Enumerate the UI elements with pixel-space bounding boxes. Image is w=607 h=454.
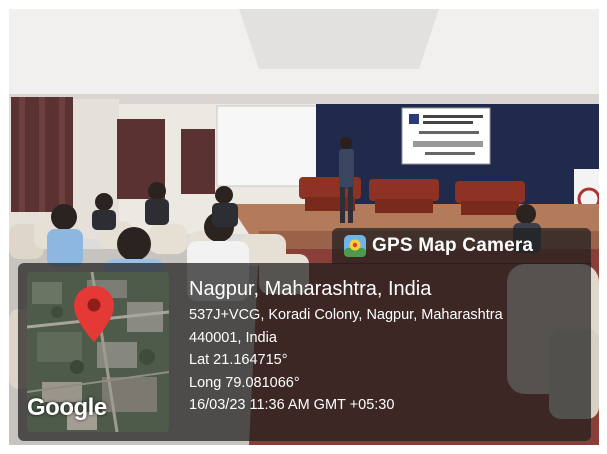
gps-map-camera-icon	[344, 235, 366, 257]
latitude: Lat 21.164715°	[189, 352, 288, 368]
address-line-2: 440001, India	[189, 329, 277, 346]
address-line-1: 537J+VCG, Koradi Colony, Nagpur, Maharas…	[189, 307, 503, 323]
map-thumbnail: Google	[27, 272, 169, 432]
badge-title: GPS Map Camera	[372, 235, 534, 256]
gps-map-camera-badge: GPS Map Camera	[332, 228, 591, 264]
gps-info-panel: Google Nagpur, Maharashtra, India 537J+V…	[18, 263, 591, 441]
google-attribution: Google	[27, 394, 107, 421]
longitude: Long 79.081066°	[189, 374, 300, 391]
place-name: Nagpur, Maharashtra, India	[189, 278, 432, 300]
timestamp: 16/03/23 11:36 AM GMT +05:30	[189, 397, 395, 413]
location-details: Nagpur, Maharashtra, India 537J+VCG, Kor…	[189, 277, 584, 417]
